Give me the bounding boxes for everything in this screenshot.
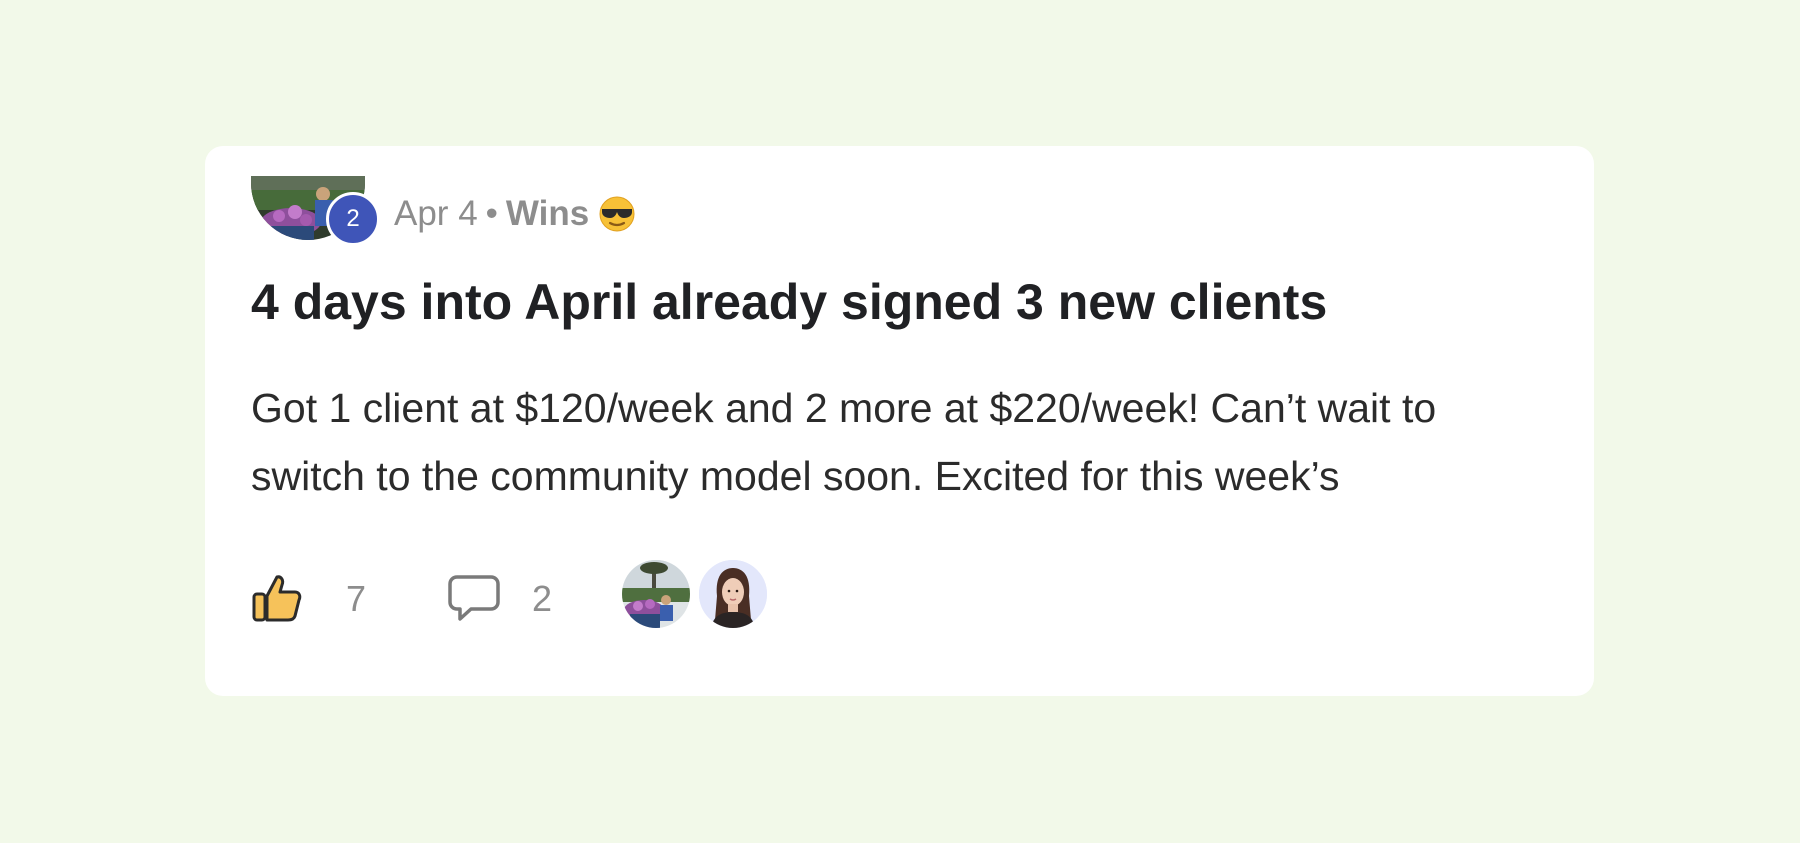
comment-count: 2 [532,578,553,619]
speech-bubble-icon[interactable] [447,574,501,622]
post-actions: 7 2 [251,558,951,634]
post-category[interactable]: Wins [506,194,589,234]
post-title[interactable]: 4 days into April already signed 3 new c… [251,273,1327,331]
meta-separator: • [485,194,498,233]
level-badge: 2 [326,192,380,246]
commenter-avatar[interactable] [697,558,769,630]
commenter-avatar[interactable] [620,558,692,630]
thumbs-up-icon[interactable] [251,572,303,624]
sunglasses-emoji-icon [599,196,635,232]
post-date: Apr 4 [394,194,478,233]
post-meta: Apr 4 • Wins [394,194,635,234]
post-card[interactable]: 2 Apr 4 • Wins 4 days into April already… [205,146,1594,696]
garden-photo-image [622,560,690,628]
like-count: 7 [346,578,367,619]
woman-portrait-image [699,560,767,628]
post-body: Got 1 client at $120/week and 2 more at … [251,385,1437,499]
post-header: 2 Apr 4 • Wins [251,176,951,252]
